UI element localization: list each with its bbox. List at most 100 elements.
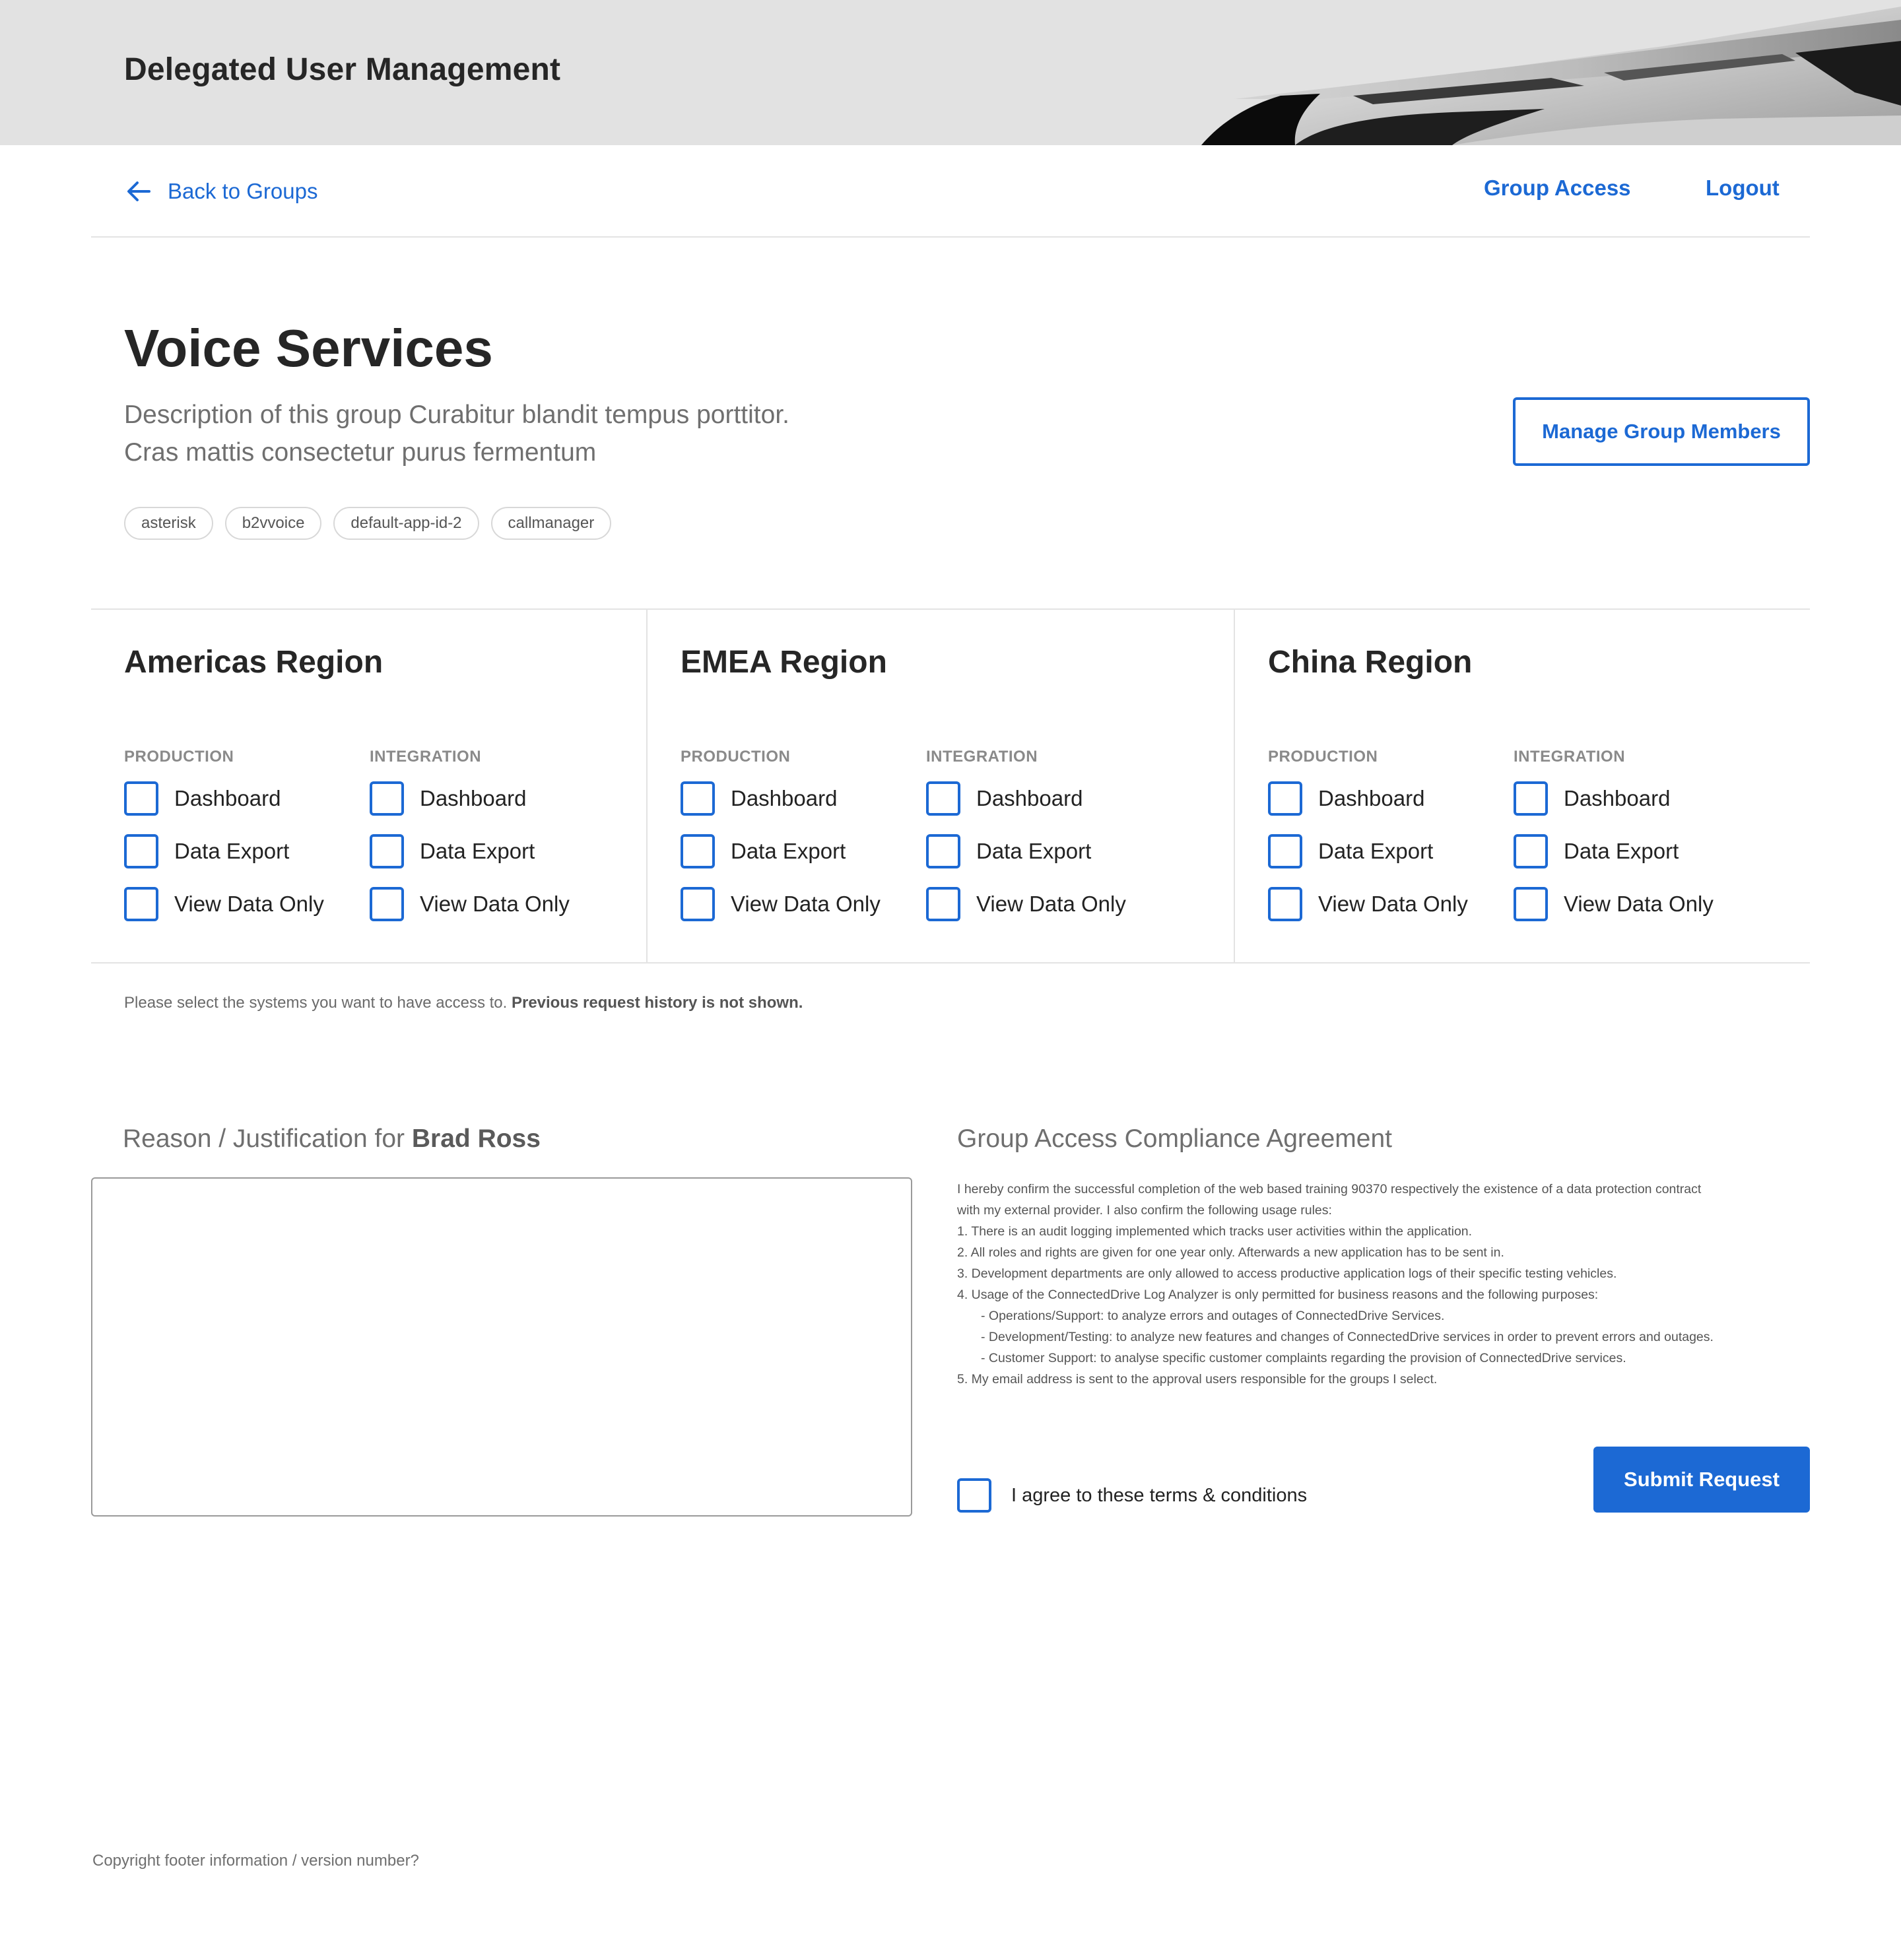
env-column-integration: INTEGRATION Dashboard Data Export View D… xyxy=(370,746,607,921)
access-option[interactable]: Dashboard xyxy=(926,781,1164,816)
checkbox[interactable] xyxy=(370,887,404,921)
option-label: View Data Only xyxy=(174,892,324,916)
checkbox[interactable] xyxy=(681,781,715,816)
group-description-line-2: Cras mattis consectetur purus fermentum xyxy=(124,438,597,467)
access-option[interactable]: View Data Only xyxy=(124,887,362,921)
agree-terms-checkbox[interactable]: I agree to these terms & conditions xyxy=(957,1478,1307,1513)
header-car-image xyxy=(1201,7,1901,145)
back-to-groups-label: Back to Groups xyxy=(168,179,318,203)
agreement-line: 1. There is an audit logging implemented… xyxy=(957,1224,1473,1239)
checkbox[interactable] xyxy=(1268,834,1302,868)
checkbox[interactable] xyxy=(1514,887,1548,921)
group-tags: asterisk b2vvoice default-app-id-2 callm… xyxy=(124,507,612,540)
access-option[interactable]: View Data Only xyxy=(926,887,1164,921)
option-label: Dashboard xyxy=(1564,786,1671,810)
option-label: View Data Only xyxy=(731,892,881,916)
arrow-left-icon xyxy=(127,181,150,201)
agreement-title: Group Access Compliance Agreement xyxy=(957,1125,1393,1153)
logout-link[interactable]: Logout xyxy=(1706,176,1780,201)
option-label: Data Export xyxy=(731,839,846,863)
option-label: Data Export xyxy=(1564,839,1679,863)
checkbox[interactable] xyxy=(681,834,715,868)
checkbox[interactable] xyxy=(124,887,158,921)
env-column-integration: INTEGRATION Dashboard Data Export View D… xyxy=(1514,746,1751,921)
manage-group-members-button[interactable]: Manage Group Members xyxy=(1513,397,1810,466)
env-label: INTEGRATION xyxy=(370,748,482,766)
back-to-groups-link[interactable]: Back to Groups xyxy=(124,176,317,207)
option-label: View Data Only xyxy=(1318,892,1468,916)
tag: default-app-id-2 xyxy=(333,507,479,540)
region-title: Americas Region xyxy=(124,645,384,680)
tag: callmanager xyxy=(490,507,612,540)
checkbox[interactable] xyxy=(1514,834,1548,868)
access-option[interactable]: Data Export xyxy=(124,834,362,868)
access-option[interactable]: Data Export xyxy=(926,834,1164,868)
env-label: INTEGRATION xyxy=(926,748,1038,766)
option-label: Dashboard xyxy=(174,786,281,810)
option-label: View Data Only xyxy=(976,892,1126,916)
agreement-text: I hereby confirm the successful completi… xyxy=(957,1179,1802,1390)
env-label: PRODUCTION xyxy=(124,748,234,766)
group-access-link[interactable]: Group Access xyxy=(1484,176,1631,201)
option-label: Dashboard xyxy=(1318,786,1425,810)
access-option[interactable]: Dashboard xyxy=(1268,781,1506,816)
env-column-production: PRODUCTION Dashboard Data Export View Da… xyxy=(1268,746,1506,921)
group-title: Voice Services xyxy=(124,319,493,377)
agreement-line: - Operations/Support: to analyze errors … xyxy=(981,1309,1445,1323)
access-option[interactable]: Dashboard xyxy=(1514,781,1751,816)
access-option[interactable]: Data Export xyxy=(1514,834,1751,868)
option-label: Data Export xyxy=(1318,839,1434,863)
access-option[interactable]: Dashboard xyxy=(124,781,362,816)
access-option[interactable]: Data Export xyxy=(681,834,918,868)
reason-textarea[interactable] xyxy=(91,1177,912,1517)
access-option[interactable]: Data Export xyxy=(1268,834,1506,868)
checkbox[interactable] xyxy=(124,834,158,868)
reason-user-name: Brad Ross xyxy=(411,1125,541,1153)
agree-terms-label: I agree to these terms & conditions xyxy=(1011,1484,1308,1506)
checkbox[interactable] xyxy=(681,887,715,921)
option-label: View Data Only xyxy=(1564,892,1714,916)
env-label: PRODUCTION xyxy=(681,748,791,766)
env-column-production: PRODUCTION Dashboard Data Export View Da… xyxy=(124,746,362,921)
agreement-line: - Development/Testing: to analyze new fe… xyxy=(981,1330,1714,1344)
env-label: INTEGRATION xyxy=(1514,748,1626,766)
checkbox[interactable] xyxy=(957,1478,991,1513)
tag: asterisk xyxy=(124,507,213,540)
option-label: Data Export xyxy=(174,839,290,863)
access-option[interactable]: View Data Only xyxy=(1514,887,1751,921)
access-option[interactable]: View Data Only xyxy=(681,887,918,921)
reason-label-prefix: Reason / Justification for xyxy=(123,1125,412,1153)
regions-panel: Americas Region PRODUCTION Dashboard Dat… xyxy=(91,608,1810,964)
agreement-line: 3. Development departments are only allo… xyxy=(957,1266,1617,1281)
access-option[interactable]: Dashboard xyxy=(681,781,918,816)
checkbox[interactable] xyxy=(124,781,158,816)
checkbox[interactable] xyxy=(926,834,960,868)
tag: b2vvoice xyxy=(224,507,322,540)
env-label: PRODUCTION xyxy=(1268,748,1378,766)
checkbox[interactable] xyxy=(370,781,404,816)
option-label: Dashboard xyxy=(976,786,1083,810)
submit-request-button[interactable]: Submit Request xyxy=(1593,1447,1810,1513)
checkbox[interactable] xyxy=(1268,887,1302,921)
group-description-line-1: Description of this group Curabitur blan… xyxy=(124,401,790,429)
option-label: Dashboard xyxy=(731,786,838,810)
access-option[interactable]: Dashboard xyxy=(370,781,607,816)
access-option[interactable]: Data Export xyxy=(370,834,607,868)
checkbox[interactable] xyxy=(926,887,960,921)
footer-text: Copyright footer information / version n… xyxy=(92,1852,419,1870)
checkbox[interactable] xyxy=(1514,781,1548,816)
group-description: Description of this group Curabitur blan… xyxy=(124,396,1048,471)
access-option[interactable]: View Data Only xyxy=(370,887,607,921)
region-title: EMEA Region xyxy=(681,645,887,680)
env-column-integration: INTEGRATION Dashboard Data Export View D… xyxy=(926,746,1164,921)
checkbox[interactable] xyxy=(926,781,960,816)
agreement-line: 5. My email address is sent to the appro… xyxy=(957,1372,1438,1387)
env-column-production: PRODUCTION Dashboard Data Export View Da… xyxy=(681,746,918,921)
agreement-line: 2. All roles and rights are given for on… xyxy=(957,1245,1504,1260)
checkbox[interactable] xyxy=(370,834,404,868)
app-title: Delegated User Management xyxy=(124,52,561,87)
agreement-line: with my external provider. I also confir… xyxy=(957,1203,1332,1218)
region-emea: EMEA Region PRODUCTION Dashboard Data Ex… xyxy=(648,610,1235,962)
checkbox[interactable] xyxy=(1268,781,1302,816)
access-option[interactable]: View Data Only xyxy=(1268,887,1506,921)
